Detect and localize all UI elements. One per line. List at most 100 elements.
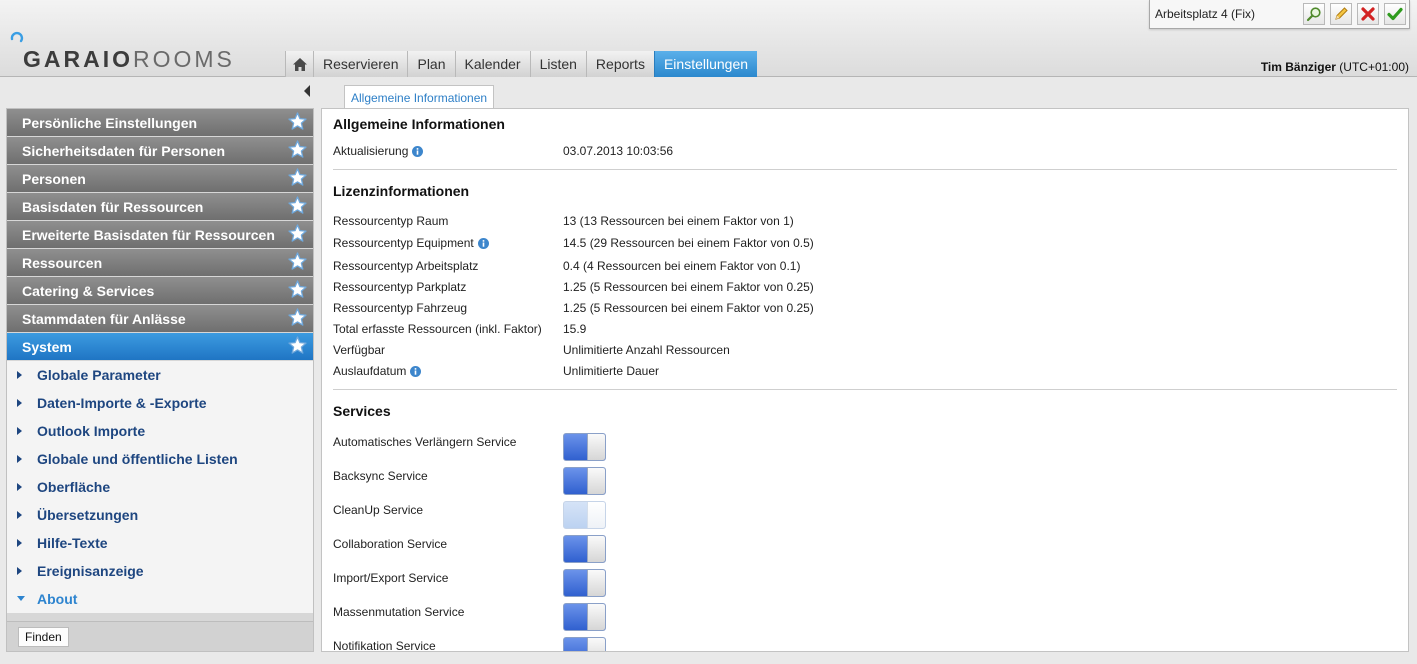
sidebar-section-label: System [22,338,72,355]
tab-allgemeine-informationen[interactable]: Allgemeine Informationen [344,85,495,109]
divider [333,389,1397,390]
service-toggle-notifikation-service[interactable] [563,637,606,651]
sidebar-section-basisdaten-fur-ressourcen[interactable]: Basisdaten für Ressourcen [7,193,313,220]
license-row-value: 0.4 (4 Ressourcen bei einem Faktor von 0… [563,259,801,273]
license-row-value: 14.5 (29 Ressourcen bei einem Faktor von… [563,236,814,250]
delete-button[interactable] [1357,3,1379,25]
red-x-icon [1361,7,1375,21]
workplace-label[interactable]: Arbeitsplatz 4 (Fix) [1155,7,1255,21]
sidebar-section-erweiterte-basisdaten-fur-ressourcen[interactable]: Erweiterte Basisdaten für Ressourcen [7,221,313,248]
sidebar-section-stammdaten-fur-anlasse[interactable]: Stammdaten für Anlässe [7,305,313,332]
sidebar-section-label: Personen [22,170,86,187]
edit-button[interactable] [1330,3,1352,25]
favorite-star-icon[interactable] [288,224,307,243]
home-icon [292,57,307,71]
search-button[interactable] [1303,3,1325,25]
caret-right-icon [17,371,37,379]
pencil-icon [1335,7,1348,20]
license-row-label: Ressourcentyp Raum [333,214,449,228]
service-toggle-automatisches-verlangern-service[interactable] [563,433,606,461]
sidebar-item-about[interactable]: About [7,585,313,613]
nav-einstellungen[interactable]: Einstellungen [653,51,758,77]
service-label: Automatisches Verlängern Service [333,435,517,449]
license-row-value: 15.9 [563,322,587,336]
sidebar-item-label: Oberfläche [37,479,111,495]
sidebar-item-ereignisanzeige[interactable]: Ereignisanzeige [7,557,313,585]
sidebar-sections: Persönliche Einstellungen Sicherheitsdate… [7,109,313,360]
collapse-sidebar-icon[interactable] [302,84,312,98]
toggle-knob [587,434,605,460]
main-navigation: Reservieren Plan Kalender Listen Reports… [285,51,758,77]
nav-reservieren[interactable]: Reservieren [313,51,408,77]
license-row-value: Unlimitierte Dauer [563,364,660,378]
sidebar-item-globale-und-offentliche-listen[interactable]: Globale und öffentliche Listen [7,445,313,473]
favorite-star-icon[interactable] [288,252,307,271]
magnifier-icon [1306,7,1321,22]
general-info-title: Allgemeine Informationen [333,116,505,132]
sidebar-item-hilfe-texte[interactable]: Hilfe-Texte [7,529,313,557]
sidebar-item-label: Daten-Importe & -Exporte [37,395,207,411]
green-check-icon [1387,7,1403,21]
favorite-star-icon[interactable] [288,112,307,131]
sidebar-section-ressourcen[interactable]: Ressourcen [7,249,313,276]
caret-right-icon [17,427,37,435]
license-row-label: Ressourcentyp Fahrzeug [333,301,468,315]
license-row-label: Auslaufdatum [333,364,422,378]
info-icon[interactable] [412,145,424,157]
sidebar-section-catering-services[interactable]: Catering & Services [7,277,313,304]
service-toggle-backsync-service[interactable] [563,467,606,495]
nav-plan[interactable]: Plan [407,51,455,77]
toggle-knob [587,468,605,494]
find-button[interactable]: Finden [18,627,69,647]
service-toggle-cleanup-service[interactable] [563,501,606,529]
sidebar-section-label: Ressourcen [22,254,103,271]
favorite-star-icon[interactable] [288,336,307,355]
garaio-rooms-logo[interactable]: GARAIOROOMS [10,30,232,72]
license-row-value: 1.25 (5 Ressourcen bei einem Faktor von … [563,301,814,315]
sidebar-section-label: Sicherheitsdaten für Personen [22,142,226,159]
sidebar-item-label: Globale Parameter [37,367,161,383]
favorite-star-icon[interactable] [288,280,307,299]
logo-text: GARAIOROOMS [23,46,235,72]
app-header: GARAIOROOMS Arbeitsplatz 4 (Fix) Reservi… [0,0,1417,77]
sidebar-item-label: About [37,591,78,607]
nav-reports[interactable]: Reports [585,51,654,77]
service-toggle-massenmutation-service[interactable] [563,603,606,631]
sidebar-section-system[interactable]: System [7,333,313,360]
sidebar-section-label: Catering & Services [22,282,155,299]
nav-kalender[interactable]: Kalender [454,51,530,77]
sidebar-item-oberflache[interactable]: Oberfläche [7,473,313,501]
sidebar-section-personen[interactable]: Personen [7,165,313,192]
sidebar-section-personliche-einstellungen[interactable]: Persönliche Einstellungen [7,109,313,136]
nav-listen[interactable]: Listen [529,51,586,77]
confirm-button[interactable] [1384,3,1406,25]
info-icon[interactable] [410,365,422,377]
service-toggle-import-export-service[interactable] [563,569,606,597]
nav-home[interactable] [285,51,313,77]
license-row-value: 13 (13 Ressourcen bei einem Faktor von 1… [563,214,794,228]
favorite-star-icon[interactable] [288,308,307,327]
caret-right-icon [17,399,37,407]
content-panel: Allgemeine Informationen Aktualisierung … [321,108,1409,652]
user-timezone: (UTC+01:00) [1339,60,1409,74]
divider [333,169,1397,170]
sidebar-item-ubersetzungen[interactable]: Übersetzungen [7,501,313,529]
toggle-knob [587,536,605,562]
toggle-knob [587,604,605,630]
sidebar-item-outlook-importe[interactable]: Outlook Importe [7,417,313,445]
caret-right-icon [17,455,37,463]
sidebar-item-globale-parameter[interactable]: Globale Parameter [7,361,313,389]
favorite-star-icon[interactable] [288,140,307,159]
sidebar-section-label: Persönliche Einstellungen [22,114,198,131]
sidebar-section-sicherheitsdaten-fur-personen[interactable]: Sicherheitsdaten für Personen [7,137,313,164]
sidebar-section-label: Basisdaten für Ressourcen [22,198,204,215]
sidebar-item-daten-importe-exporte[interactable]: Daten-Importe & -Exporte [7,389,313,417]
info-icon[interactable] [477,237,489,249]
favorite-star-icon[interactable] [288,196,307,215]
favorite-star-icon[interactable] [288,168,307,187]
sidebar-item-label: Ereignisanzeige [37,563,144,579]
service-label: Notifikation Service [333,639,436,652]
license-row-label: Total erfasste Ressourcen (inkl. Faktor) [333,322,542,336]
service-toggle-collaboration-service[interactable] [563,535,606,563]
sidebar: Persönliche Einstellungen Sicherheitsdate… [6,108,314,652]
